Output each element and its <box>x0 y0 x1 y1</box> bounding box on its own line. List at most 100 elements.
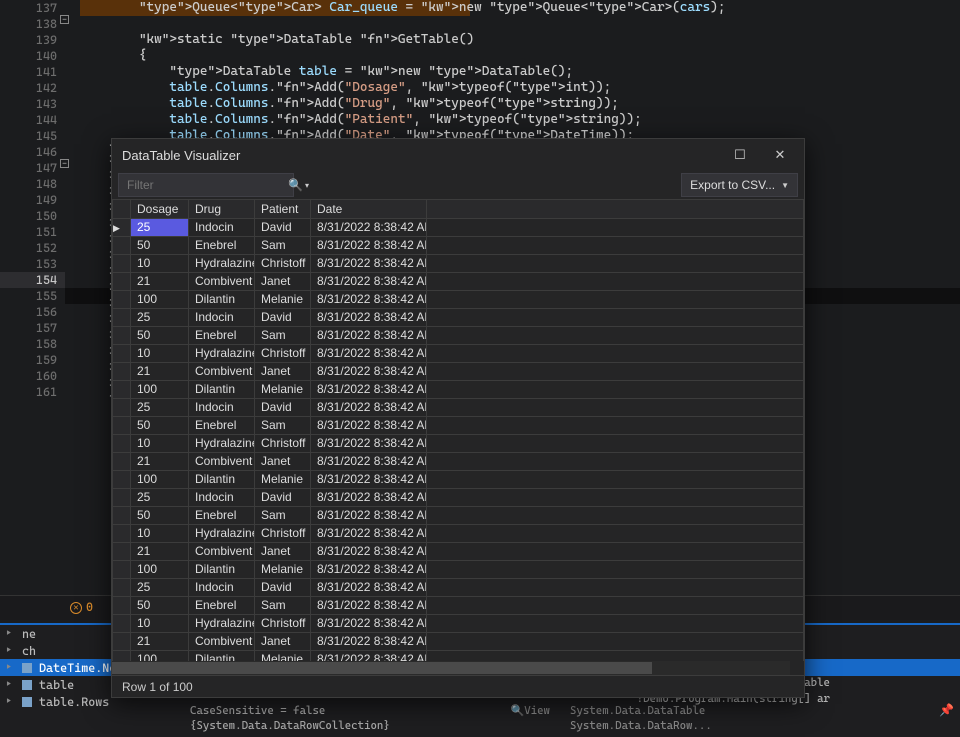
row-header[interactable] <box>113 470 131 488</box>
table-row[interactable]: 10HydralazineChristoff8/31/2022 8:38:42 … <box>113 434 804 452</box>
cell-drug[interactable]: Indocin <box>189 488 255 506</box>
table-row[interactable]: 100DilantinMelanie8/31/2022 8:38:42 AM <box>113 650 804 661</box>
filter-input[interactable] <box>125 177 284 193</box>
row-header[interactable] <box>113 506 131 524</box>
row-header-corner[interactable] <box>113 200 131 218</box>
cell-dosage[interactable]: 25 <box>131 308 189 326</box>
cell-date[interactable]: 8/31/2022 8:38:42 AM <box>311 596 427 614</box>
cell-drug[interactable]: Dilantin <box>189 470 255 488</box>
column-header[interactable]: Date <box>311 200 427 218</box>
cell-date[interactable]: 8/31/2022 8:38:42 AM <box>311 632 427 650</box>
fold-toggle-icon[interactable]: − <box>60 159 69 168</box>
data-grid[interactable]: DosageDrugPatientDate ▶25IndocinDavid8/3… <box>112 200 804 661</box>
cell-dosage[interactable]: 10 <box>131 344 189 362</box>
column-header[interactable]: Patient <box>255 200 311 218</box>
cell-patient[interactable]: Christoff <box>255 254 311 272</box>
cell-patient[interactable]: David <box>255 578 311 596</box>
cell-drug[interactable]: Indocin <box>189 398 255 416</box>
table-row[interactable]: 10HydralazineChristoff8/31/2022 8:38:42 … <box>113 344 804 362</box>
table-row[interactable]: 10HydralazineChristoff8/31/2022 8:38:42 … <box>113 254 804 272</box>
cell-drug[interactable]: Hydralazine <box>189 524 255 542</box>
cell-drug[interactable]: Hydralazine <box>189 254 255 272</box>
search-icon[interactable]: 🔍 <box>288 178 303 192</box>
cell-drug[interactable]: Enebrel <box>189 236 255 254</box>
cell-drug[interactable]: Enebrel <box>189 416 255 434</box>
cell-dosage[interactable]: 21 <box>131 272 189 290</box>
table-row[interactable]: 21CombiventJanet8/31/2022 8:38:42 AM <box>113 542 804 560</box>
expand-icon[interactable]: ▸ <box>6 679 18 690</box>
cell-dosage[interactable]: 50 <box>131 326 189 344</box>
table-row[interactable]: 25IndocinDavid8/31/2022 8:38:42 AM <box>113 578 804 596</box>
column-header[interactable]: Dosage <box>131 200 189 218</box>
cell-dosage[interactable]: 100 <box>131 470 189 488</box>
cell-date[interactable]: 8/31/2022 8:38:42 AM <box>311 452 427 470</box>
row-header[interactable] <box>113 488 131 506</box>
cell-date[interactable]: 8/31/2022 8:38:42 AM <box>311 542 427 560</box>
export-csv-button[interactable]: Export to CSV... ▼ <box>681 173 798 197</box>
close-button[interactable]: ✕ <box>760 141 800 169</box>
cell-dosage[interactable]: 21 <box>131 632 189 650</box>
cell-date[interactable]: 8/31/2022 8:38:42 AM <box>311 236 427 254</box>
cell-patient[interactable]: David <box>255 398 311 416</box>
cell-drug[interactable]: Combivent <box>189 452 255 470</box>
cell-patient[interactable]: Sam <box>255 236 311 254</box>
row-header[interactable] <box>113 524 131 542</box>
row-header[interactable] <box>113 560 131 578</box>
cell-patient[interactable]: Janet <box>255 362 311 380</box>
filter-box[interactable]: 🔍▾ <box>118 173 294 197</box>
cell-date[interactable]: 8/31/2022 8:38:42 AM <box>311 272 427 290</box>
cell-patient[interactable]: David <box>255 308 311 326</box>
table-row[interactable]: 50EnebrelSam8/31/2022 8:38:42 AM <box>113 506 804 524</box>
row-header[interactable] <box>113 380 131 398</box>
cell-date[interactable]: 8/31/2022 8:38:42 AM <box>311 290 427 308</box>
expand-icon[interactable]: ▸ <box>6 696 18 707</box>
row-header[interactable] <box>113 614 131 632</box>
table-row[interactable]: 100DilantinMelanie8/31/2022 8:38:42 AM <box>113 290 804 308</box>
cell-drug[interactable]: Dilantin <box>189 650 255 661</box>
cell-patient[interactable]: David <box>255 218 311 236</box>
table-row[interactable]: 25IndocinDavid8/31/2022 8:38:42 AM <box>113 488 804 506</box>
cell-date[interactable]: 8/31/2022 8:38:42 AM <box>311 254 427 272</box>
expand-icon[interactable]: ▸ <box>6 645 18 656</box>
cell-date[interactable]: 8/31/2022 8:38:42 AM <box>311 470 427 488</box>
row-header[interactable] <box>113 272 131 290</box>
table-row[interactable]: 10HydralazineChristoff8/31/2022 8:38:42 … <box>113 614 804 632</box>
cell-dosage[interactable]: 10 <box>131 434 189 452</box>
cell-dosage[interactable]: 100 <box>131 650 189 661</box>
cell-date[interactable]: 8/31/2022 8:38:42 AM <box>311 524 427 542</box>
cell-dosage[interactable]: 10 <box>131 254 189 272</box>
view-link[interactable]: 🔍View <box>511 703 550 718</box>
cell-patient[interactable]: Melanie <box>255 470 311 488</box>
cell-date[interactable]: 8/31/2022 8:38:42 AM <box>311 560 427 578</box>
chevron-down-icon[interactable]: ▾ <box>305 181 309 190</box>
table-row[interactable]: 100DilantinMelanie8/31/2022 8:38:42 AM <box>113 560 804 578</box>
row-header[interactable] <box>113 308 131 326</box>
table-row[interactable]: 50EnebrelSam8/31/2022 8:38:42 AM <box>113 326 804 344</box>
cell-patient[interactable]: Sam <box>255 596 311 614</box>
cell-date[interactable]: 8/31/2022 8:38:42 AM <box>311 416 427 434</box>
expand-icon[interactable]: ▸ <box>6 662 18 673</box>
cell-drug[interactable]: Dilantin <box>189 290 255 308</box>
cell-drug[interactable]: Combivent <box>189 362 255 380</box>
cell-drug[interactable]: Hydralazine <box>189 614 255 632</box>
cell-drug[interactable]: Enebrel <box>189 596 255 614</box>
row-header[interactable] <box>113 254 131 272</box>
cell-dosage[interactable]: 50 <box>131 416 189 434</box>
cell-drug[interactable]: Dilantin <box>189 380 255 398</box>
cell-dosage[interactable]: 21 <box>131 362 189 380</box>
cell-dosage[interactable]: 10 <box>131 524 189 542</box>
cell-date[interactable]: 8/31/2022 8:38:42 AM <box>311 614 427 632</box>
table-row[interactable]: 21CombiventJanet8/31/2022 8:38:42 AM <box>113 362 804 380</box>
fold-toggle-icon[interactable]: − <box>60 15 69 24</box>
row-header[interactable] <box>113 326 131 344</box>
row-header[interactable] <box>113 290 131 308</box>
cell-dosage[interactable]: 50 <box>131 236 189 254</box>
cell-date[interactable]: 8/31/2022 8:38:42 AM <box>311 344 427 362</box>
cell-drug[interactable]: Indocin <box>189 218 255 236</box>
column-header[interactable]: Drug <box>189 200 255 218</box>
cell-drug[interactable]: Combivent <box>189 272 255 290</box>
row-header[interactable]: ▶ <box>113 218 131 236</box>
row-header[interactable] <box>113 452 131 470</box>
table-row[interactable]: 50EnebrelSam8/31/2022 8:38:42 AM <box>113 596 804 614</box>
cell-dosage[interactable]: 100 <box>131 560 189 578</box>
